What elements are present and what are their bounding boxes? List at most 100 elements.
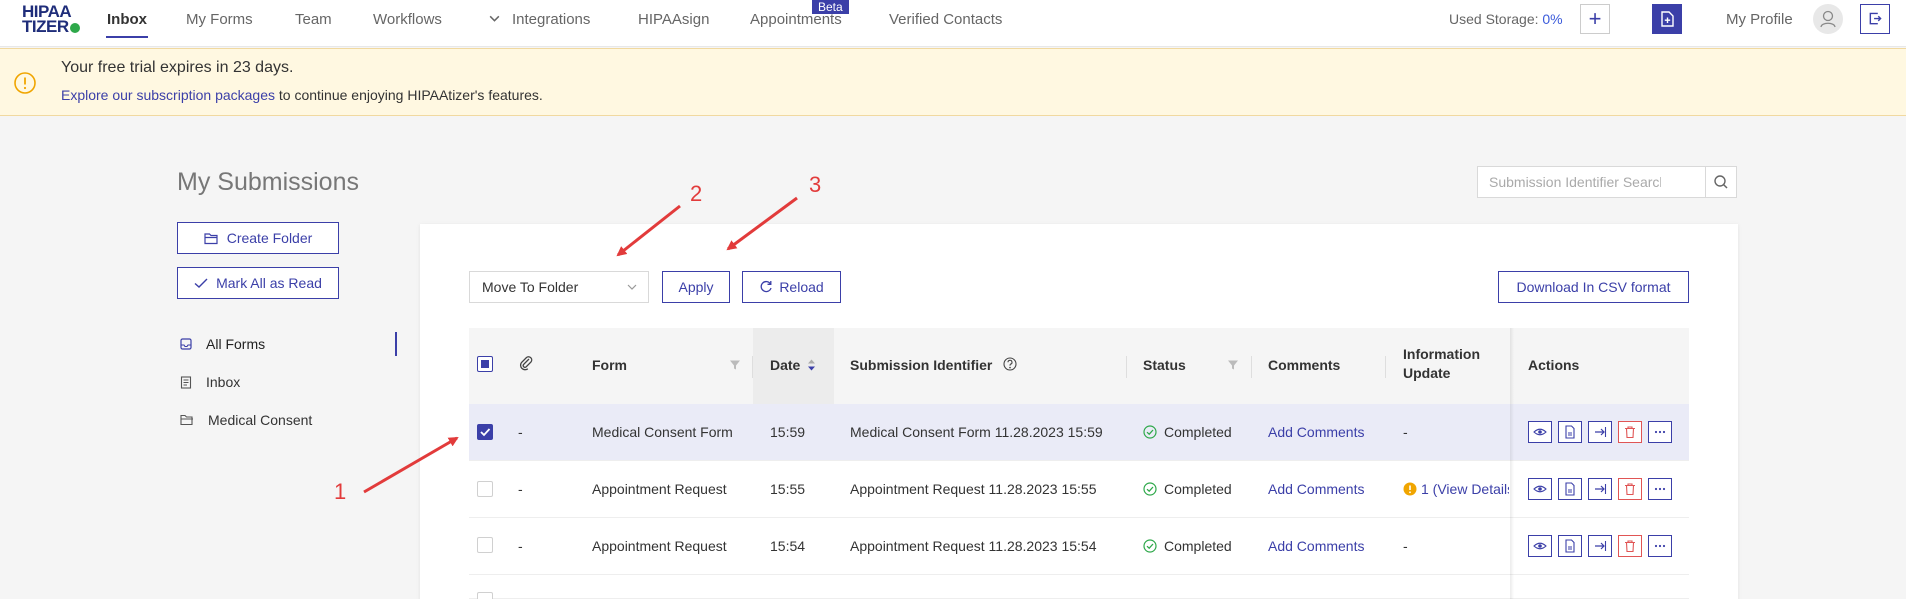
filter-icon[interactable] (729, 359, 741, 371)
column-separator (1385, 356, 1386, 378)
inbox-tray-icon (180, 338, 192, 350)
search-icon (1714, 175, 1728, 189)
pdf-button[interactable] (1558, 535, 1582, 557)
apply-button[interactable]: Apply (662, 271, 730, 303)
row-status-text: Completed (1164, 538, 1232, 554)
forward-button[interactable] (1588, 421, 1612, 443)
column-separator (1126, 356, 1127, 378)
more-button[interactable] (1648, 535, 1672, 557)
pdf-button[interactable] (1558, 478, 1582, 500)
exclamation-circle-icon (1403, 482, 1417, 496)
nav-team[interactable]: Team (295, 11, 332, 28)
view-button[interactable] (1528, 421, 1552, 443)
delete-button[interactable] (1618, 421, 1642, 443)
header-info-line-1: Information (1403, 346, 1480, 362)
row-identifier: Appointment Request 11.28.2023 15:54 (850, 538, 1097, 554)
paperclip-icon (519, 356, 533, 371)
row-status-text: Completed (1164, 481, 1232, 497)
add-button[interactable]: + (1580, 4, 1610, 34)
delete-button[interactable] (1618, 478, 1642, 500)
sticky-column-shadow (1510, 328, 1514, 599)
select-all-checkbox[interactable] (477, 356, 493, 372)
more-button[interactable] (1648, 421, 1672, 443)
nav-hipaasign[interactable]: HIPAAsign (638, 11, 709, 28)
more-button[interactable] (1648, 478, 1672, 500)
nav-integrations[interactable]: Integrations (512, 11, 590, 28)
row-form: Appointment Request (592, 538, 727, 554)
trial-subtext-rest: to continue enjoying HIPAAtizer's featur… (275, 87, 543, 103)
create-folder-label: Create Folder (226, 230, 313, 246)
sort-icon[interactable] (807, 358, 816, 372)
pdf-icon (1565, 539, 1575, 553)
move-to-folder-select[interactable]: Move To Folder (469, 271, 649, 303)
reload-button[interactable]: Reload (742, 271, 841, 303)
trash-icon (1625, 483, 1635, 496)
pdf-icon (1565, 482, 1575, 496)
nav-inbox[interactable]: Inbox (107, 11, 147, 28)
document-plus-icon (1661, 11, 1674, 27)
folder-all-forms[interactable]: All Forms (180, 336, 265, 352)
trash-icon (1625, 540, 1635, 553)
row-date: 15:59 (770, 424, 806, 440)
chevron-down-icon[interactable] (488, 12, 501, 25)
subscription-link[interactable]: Explore our subscription packages (61, 87, 275, 103)
view-button[interactable] (1528, 535, 1552, 557)
logout-button[interactable] (1860, 4, 1890, 34)
folder-medical-consent[interactable]: Medical Consent (180, 412, 312, 428)
row-checkbox[interactable] (477, 537, 493, 553)
create-folder-button[interactable]: Create Folder (177, 222, 339, 254)
hipaatizer-logo[interactable]: HIPAA TIZER (22, 3, 88, 35)
new-document-button[interactable] (1652, 4, 1682, 34)
forward-button[interactable] (1588, 478, 1612, 500)
check-circle-icon (1143, 482, 1157, 496)
column-separator (1251, 356, 1252, 378)
row-date: 15:54 (770, 538, 806, 554)
view-details-link[interactable]: 1 (View Details (1421, 481, 1509, 497)
add-comments-link[interactable]: Add Comments (1268, 424, 1364, 440)
header-form[interactable]: Form (592, 357, 627, 373)
download-csv-button[interactable]: Download In CSV format (1498, 271, 1689, 303)
view-button[interactable] (1528, 478, 1552, 500)
mark-all-read-button[interactable]: Mark All as Read (177, 267, 339, 299)
folder-open-icon (180, 414, 193, 426)
nav-verified-contacts[interactable]: Verified Contacts (889, 11, 1002, 28)
add-comments-link[interactable]: Add Comments (1268, 538, 1364, 554)
folder-label: Inbox (206, 374, 241, 390)
filter-icon[interactable] (1227, 359, 1239, 371)
header-status[interactable]: Status (1143, 357, 1186, 373)
header-information-update: Information Update (1403, 346, 1480, 384)
submission-search-input[interactable] (1478, 167, 1672, 197)
form-icon (180, 375, 192, 389)
row-attachment: - (518, 481, 523, 497)
page-title: My Submissions (177, 168, 359, 196)
check-circle-icon (1143, 425, 1157, 439)
nav-workflows[interactable]: Workflows (373, 11, 442, 28)
delete-button[interactable] (1618, 535, 1642, 557)
storage-label: Used Storage: (1449, 11, 1539, 27)
row-date: 15:55 (770, 481, 806, 497)
my-profile-link[interactable]: My Profile (1726, 11, 1793, 28)
row-checkbox[interactable] (477, 592, 493, 599)
row-checkbox[interactable] (477, 481, 493, 497)
row-status: Completed (1143, 481, 1232, 497)
nav-my-forms[interactable]: My Forms (186, 11, 253, 28)
add-comments-link[interactable]: Add Comments (1268, 481, 1364, 497)
used-storage: Used Storage: 0% (1449, 11, 1563, 27)
help-icon[interactable] (1003, 357, 1017, 371)
header-date[interactable]: Date (770, 357, 800, 373)
row-identifier: Medical Consent Form 11.28.2023 15:59 (850, 424, 1103, 440)
search-button[interactable] (1705, 166, 1737, 198)
avatar[interactable] (1813, 4, 1843, 34)
row-checkbox[interactable] (477, 424, 493, 440)
forward-button[interactable] (1588, 535, 1612, 557)
storage-value: 0% (1542, 11, 1563, 27)
folder-inbox[interactable]: Inbox (180, 374, 240, 390)
top-navigation: HIPAA TIZER Inbox My Forms Team Workflow… (0, 0, 1906, 47)
pdf-button[interactable] (1558, 421, 1582, 443)
table-header (469, 328, 1689, 404)
download-csv-label: Download In CSV format (1516, 279, 1671, 295)
more-icon (1654, 544, 1666, 548)
eye-icon (1533, 428, 1547, 436)
check-icon (194, 278, 208, 288)
table-row[interactable] (469, 575, 1689, 599)
